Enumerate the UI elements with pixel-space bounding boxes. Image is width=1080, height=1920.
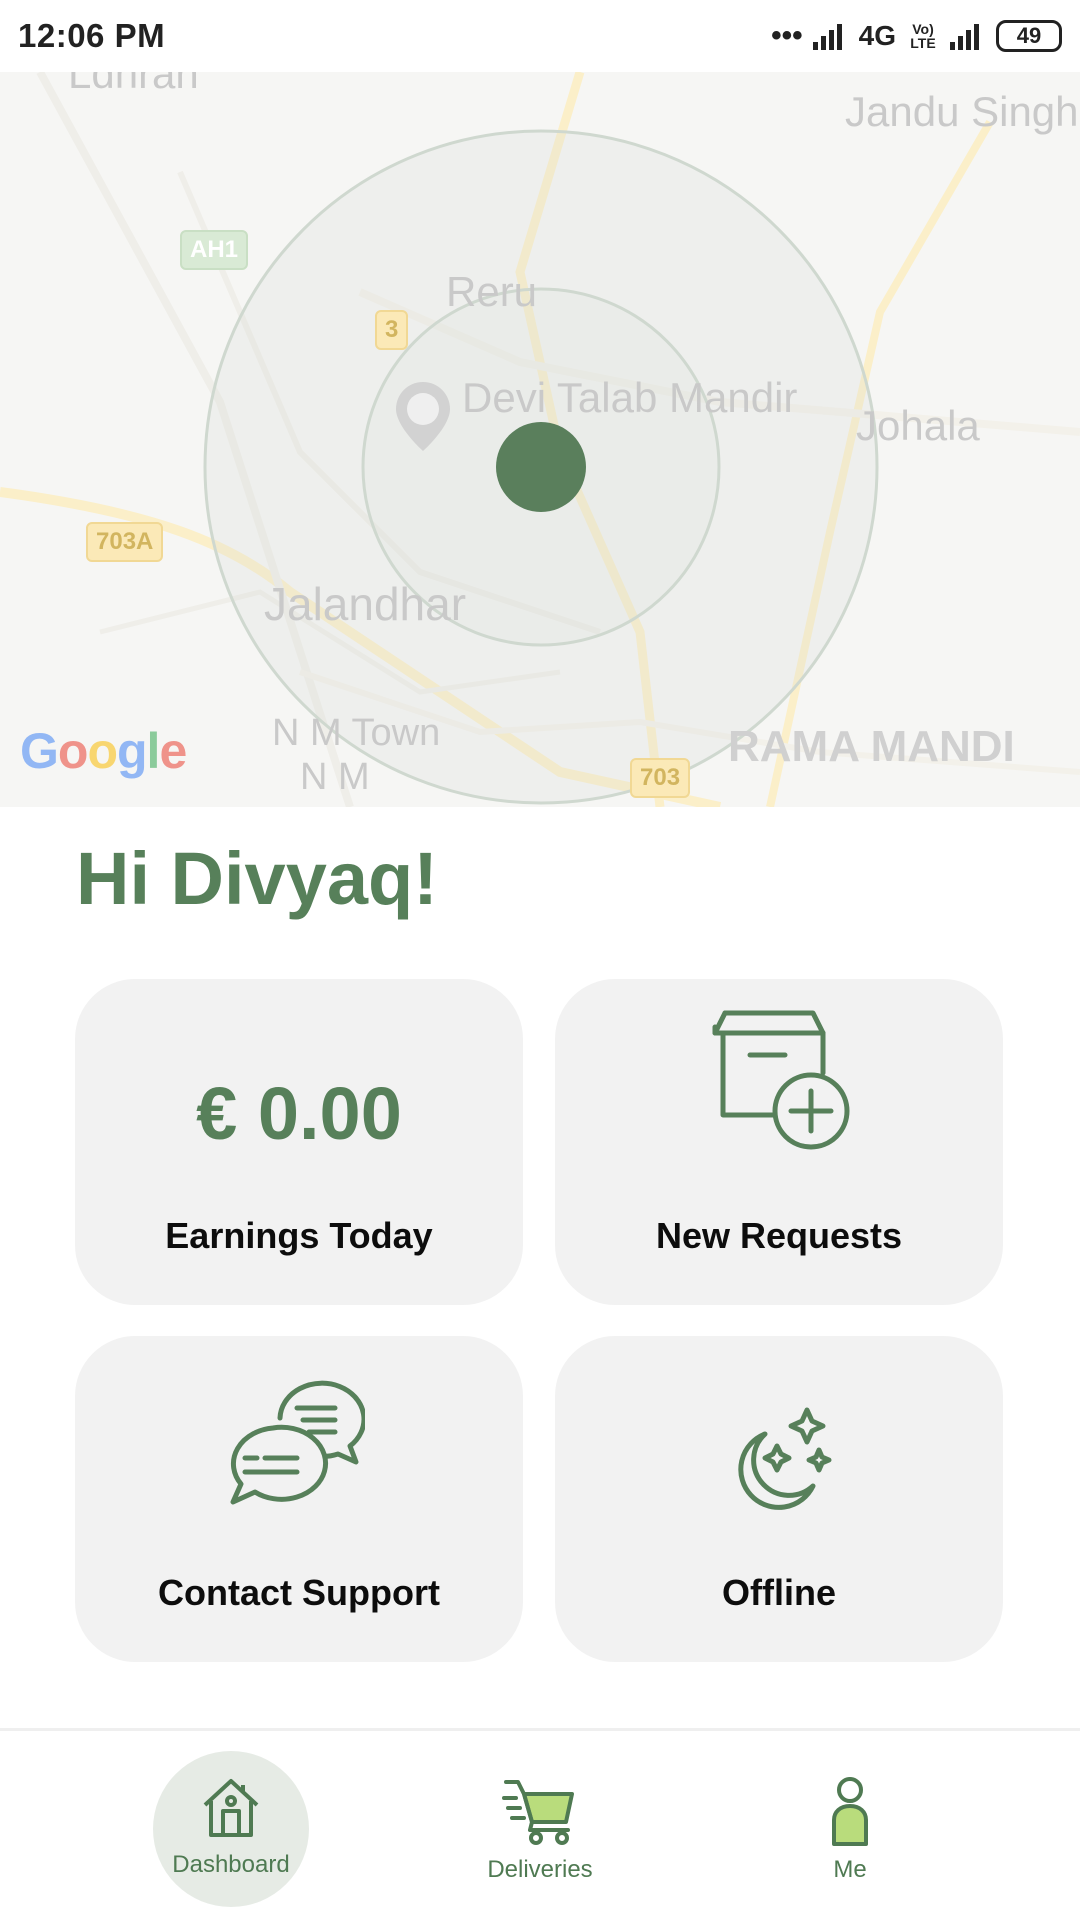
google-letter: e: [159, 723, 187, 779]
google-letter: G: [20, 723, 59, 779]
map-label: Johala: [856, 402, 980, 449]
road-shield: AH1: [180, 230, 249, 270]
earnings-label: Earnings Today: [165, 1215, 433, 1256]
chat-bubbles-icon: [230, 1380, 365, 1505]
nav-label: Dashboard: [172, 1851, 290, 1878]
new-requests-card[interactable]: New Requests: [555, 979, 1003, 1305]
map-label: Ldhran: [68, 72, 199, 97]
nav-item-me[interactable]: Me: [800, 1776, 900, 1916]
map-label: RAMA MANDI: [728, 722, 1015, 771]
map-label: N M: [300, 756, 370, 798]
status-bar: 12:06 PM ••• 4G Vo) LTE 49: [0, 0, 1080, 72]
nav-item-deliveries[interactable]: Deliveries: [460, 1776, 620, 1916]
map-label: Reru: [446, 268, 538, 315]
google-letter: o: [87, 723, 118, 779]
road-shield: 3: [375, 310, 409, 350]
more-dots-icon: •••: [771, 19, 803, 52]
map-view[interactable]: Ldhran Jandu Singha Reru Devi Talab Mand…: [0, 72, 1080, 807]
home-icon: [203, 1779, 259, 1837]
contact-support-label: Contact Support: [158, 1572, 440, 1613]
network-type: 4G: [858, 20, 896, 51]
map-label: Jandu Singha: [845, 88, 1080, 135]
offline-card[interactable]: Offline: [555, 1336, 1003, 1662]
map-label: N M Town: [272, 712, 441, 754]
volte-indicator: Vo) LTE: [910, 21, 936, 51]
signal-icon-2: [950, 24, 979, 50]
battery-indicator: 49: [996, 20, 1062, 52]
cart-icon: [502, 1780, 574, 1845]
nav-label: Me: [833, 1856, 867, 1883]
map-label: Devi Talab Mandir: [462, 374, 798, 421]
google-attribution: Google: [20, 722, 187, 780]
road-shield: 703A: [86, 522, 164, 562]
google-letter: g: [117, 723, 148, 779]
nav-label: Deliveries: [487, 1856, 593, 1883]
new-requests-label: New Requests: [655, 1215, 903, 1256]
nav-item-dashboard[interactable]: Dashboard: [153, 1751, 309, 1907]
greeting-title: Hi Divyaq!: [76, 837, 438, 920]
earnings-value: € 0.00: [196, 1072, 402, 1155]
map-label: Jalandhar: [264, 578, 467, 630]
signal-icon: [812, 24, 842, 50]
moon-stars-icon: [738, 1407, 832, 1510]
offline-label: Offline: [722, 1572, 836, 1613]
google-logo: Google: [20, 722, 187, 780]
contact-support-card[interactable]: Contact Support: [75, 1336, 523, 1662]
road-shield: 703: [630, 758, 691, 798]
status-time: 12:06 PM: [18, 17, 166, 54]
status-icons: ••• 4G Vo) LTE 49: [771, 19, 1062, 53]
earnings-card[interactable]: € 0.00 Earnings Today: [75, 979, 523, 1305]
google-letter: o: [57, 723, 89, 779]
box-plus-icon: [712, 1010, 850, 1150]
google-letter: l: [146, 723, 161, 779]
person-icon: [832, 1777, 868, 1846]
bottom-navigation: Dashboard Deliveries Me: [0, 1728, 1080, 1920]
current-location-dot: [496, 422, 586, 512]
